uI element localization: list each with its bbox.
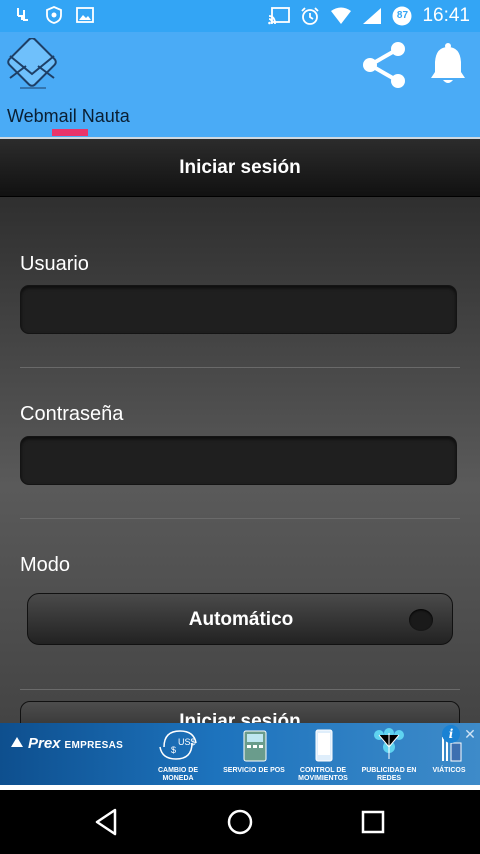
recents-square-icon[interactable] [357,806,389,838]
prex-logo-icon [11,737,23,747]
phone-icon [315,729,333,762]
ad-info-icon[interactable]: i [442,725,460,743]
ad-banner[interactable]: Prex EMPRESAS $ US$ CAMBIO DE MONEDA SER… [0,723,480,785]
image-icon [76,7,94,23]
app-header: Webmail Nauta [0,32,480,139]
pos-terminal-icon [243,730,267,762]
mode-indicator-dot [409,609,433,631]
ad-item-label: SERVICIO DE POS [223,767,285,774]
page-title: Iniciar sesión [179,157,301,178]
ad-item-label: CAMBIO DE MONEDA [157,767,199,782]
alarm-icon [301,7,320,25]
tab-webmail-nauta[interactable]: Webmail Nauta [7,106,130,127]
wifi-icon [331,7,352,24]
bell-icon[interactable] [428,42,468,86]
ad-item-currency: $ US$ CAMBIO DE MONEDA [142,727,214,782]
ad-close-icon[interactable]: ✕ [462,725,478,743]
divider [20,689,460,690]
divider [20,367,460,368]
back-triangle-icon[interactable] [91,806,123,838]
login-form: Usuario Contraseña Modo Automático Inici… [0,197,480,745]
signal-icon [363,8,382,24]
voicemail-icon [17,8,28,21]
tab-indicator [52,129,88,136]
ad-currency-text: US$ [178,737,196,747]
password-input[interactable] [20,436,457,485]
password-label: Contraseña [20,403,124,425]
share-icon[interactable] [360,40,410,90]
mode-label: Modo [20,554,71,576]
mode-value: Automático [188,609,294,630]
ad-item-pos: SERVICIO DE POS [222,727,286,774]
navigation-bar [0,790,480,854]
ad-item-social: PUBLICIDAD EN REDES [358,727,420,782]
ad-brand-name: Prex [28,735,61,752]
divider [20,518,460,519]
envelope-logo-icon [7,38,57,89]
battery-level: 87 [396,10,409,21]
mode-toggle[interactable]: Automático [27,593,453,645]
status-time: 16:41 [422,5,470,26]
battery-icon: 87 [392,6,412,26]
username-label: Usuario [20,253,89,275]
title-bar: Iniciar sesión [0,139,480,197]
shield-icon [46,6,62,24]
ad-brand: Prex EMPRESAS [10,735,123,752]
ad-brand-sub: EMPRESAS [64,740,124,751]
status-bar: 87 16:41 [0,0,480,32]
svg-text:$: $ [171,745,176,755]
cast-icon [268,7,291,25]
username-input[interactable] [20,285,457,334]
ad-item-label: PUBLICIDAD EN REDES [361,767,417,782]
ad-item-label: CONTROL DE MOVIMIENTOS [298,767,348,782]
home-circle-icon[interactable] [224,806,256,838]
ad-item-movements: CONTROL DE MOVIMIENTOS [292,727,354,782]
ad-item-label: VIÁTICOS [432,767,466,774]
social-network-icon [374,728,404,759]
